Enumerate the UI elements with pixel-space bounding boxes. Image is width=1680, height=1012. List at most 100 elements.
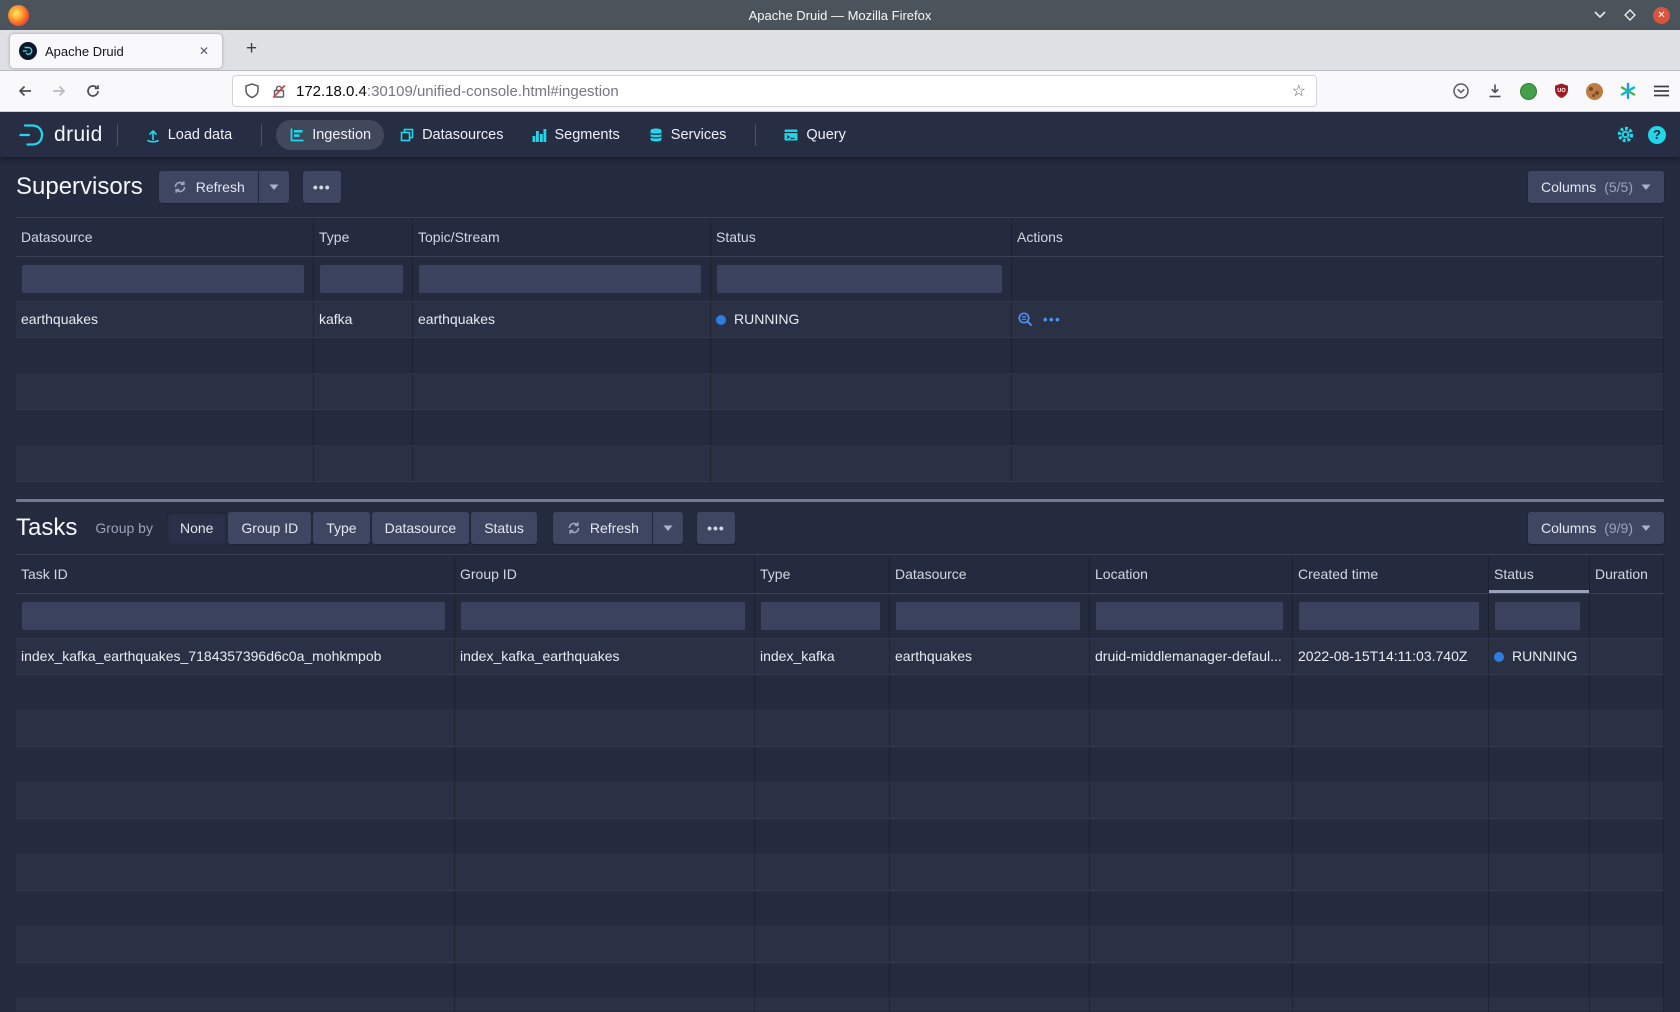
new-tab-button[interactable]: + — [238, 36, 265, 62]
col-header-duration[interactable]: Duration — [1590, 555, 1664, 593]
tasks-filter-created-time[interactable] — [1298, 601, 1480, 631]
task-created-time[interactable]: 2022-08-15T14:11:03.740Z — [1293, 639, 1489, 674]
tab-title: Apache Druid — [45, 44, 195, 59]
supervisors-columns-button[interactable]: Columns (5/5) — [1528, 171, 1664, 203]
tasks-columns-button[interactable]: Columns (9/9) — [1528, 512, 1664, 544]
nav-item-services[interactable]: Services — [635, 120, 740, 150]
col-header-status[interactable]: Status — [711, 218, 1012, 256]
tasks-filter-type[interactable] — [760, 601, 881, 631]
help-icon[interactable]: ? — [1648, 126, 1666, 144]
window-minimize-icon[interactable] — [1593, 10, 1607, 20]
task-group-id[interactable]: index_kafka_earthquakes — [455, 639, 755, 674]
nav-item-segments[interactable]: Segments — [518, 120, 632, 150]
task-id[interactable]: index_kafka_earthquakes_7184357396d6c0a_… — [16, 639, 455, 674]
supervisor-more-actions-icon[interactable]: ••• — [1043, 302, 1061, 337]
reload-icon[interactable] — [76, 82, 110, 100]
window-maximize-icon[interactable] — [1623, 8, 1637, 22]
empty-row — [16, 410, 1664, 446]
segments-icon — [531, 127, 547, 143]
col-header-task-id[interactable]: Task ID — [16, 555, 455, 593]
cookie-extension-icon[interactable] — [1586, 83, 1603, 100]
group-by-status-button[interactable]: Status — [471, 512, 537, 544]
col-header-group-id[interactable]: Group ID — [455, 555, 755, 593]
url-path: :30109/unified-console.html#ingestion — [367, 83, 619, 100]
group-by-none-button[interactable]: None — [167, 512, 226, 544]
asterisk-extension-icon[interactable] — [1619, 82, 1637, 100]
supervisors-refresh-caret-button[interactable] — [259, 171, 289, 203]
supervisor-datasource[interactable]: earthquakes — [16, 302, 314, 337]
columns-label: Columns — [1541, 179, 1596, 195]
druid-logo[interactable]: druid — [16, 121, 103, 149]
insecure-lock-icon[interactable] — [270, 83, 288, 100]
empty-row — [16, 446, 1664, 482]
pocket-icon[interactable] — [1452, 82, 1470, 100]
supervisors-refresh-label: Refresh — [196, 179, 245, 195]
task-status[interactable]: RUNNING — [1489, 639, 1590, 674]
col-header-type[interactable]: Type — [755, 555, 890, 593]
col-header-location[interactable]: Location — [1090, 555, 1293, 593]
caret-down-icon — [663, 524, 673, 532]
task-datasource[interactable]: earthquakes — [890, 639, 1090, 674]
empty-row — [16, 855, 1664, 891]
col-header-created-time[interactable]: Created time — [1293, 555, 1489, 593]
nav-label-services: Services — [671, 127, 727, 143]
col-header-status-sorted[interactable]: Status — [1489, 555, 1590, 593]
task-type[interactable]: index_kafka — [755, 639, 890, 674]
nav-label-datasources: Datasources — [422, 127, 503, 143]
nav-item-load-data[interactable]: Load data — [132, 120, 246, 150]
bookmark-star-icon[interactable]: ☆ — [1292, 81, 1306, 101]
tasks-more-button[interactable]: ••• — [697, 512, 735, 544]
col-header-datasource[interactable]: Datasource — [16, 218, 314, 256]
tab-apache-druid[interactable]: Apache Druid ✕ — [10, 34, 222, 68]
tracking-shield-icon[interactable] — [243, 82, 261, 100]
supervisors-table-header: Datasource Type Topic/Stream Status Acti… — [16, 217, 1664, 257]
supervisors-filter-status[interactable] — [716, 264, 1003, 294]
col-header-topic-stream[interactable]: Topic/Stream — [413, 218, 711, 256]
supervisor-topic[interactable]: earthquakes — [413, 302, 711, 337]
col-header-actions[interactable]: Actions — [1012, 218, 1664, 256]
tasks-refresh-caret-button[interactable] — [653, 512, 683, 544]
supervisor-type[interactable]: kafka — [314, 302, 413, 337]
empty-row — [16, 675, 1664, 711]
window-close-icon[interactable]: ✕ — [1653, 7, 1670, 24]
supervisors-refresh-button[interactable]: Refresh — [159, 171, 258, 203]
forward-icon[interactable] — [42, 82, 76, 100]
nav-item-ingestion[interactable]: Ingestion — [276, 120, 384, 150]
group-by-datasource-button[interactable]: Datasource — [372, 512, 470, 544]
supervisors-filter-datasource[interactable] — [21, 264, 305, 294]
task-row[interactable]: index_kafka_earthquakes_7184357396d6c0a_… — [16, 639, 1664, 675]
tab-close-icon[interactable]: ✕ — [195, 42, 213, 60]
settings-gear-icon[interactable] — [1616, 125, 1635, 144]
query-icon — [783, 127, 799, 143]
supervisor-status[interactable]: RUNNING — [711, 302, 1012, 337]
tasks-refresh-button[interactable]: Refresh — [553, 512, 652, 544]
supervisors-filter-type[interactable] — [319, 264, 404, 294]
tasks-filter-datasource[interactable] — [895, 601, 1081, 631]
menu-hamburger-icon[interactable] — [1653, 84, 1670, 98]
url-bar[interactable]: 172.18.0.4:30109/unified-console.html#in… — [232, 75, 1317, 107]
downloads-icon[interactable] — [1486, 82, 1504, 100]
supervisor-detail-magnifier-icon[interactable] — [1017, 311, 1034, 328]
url-text: 172.18.0.4:30109/unified-console.html#in… — [296, 83, 619, 100]
task-duration[interactable] — [1590, 639, 1664, 674]
nav-item-datasources[interactable]: Datasources — [386, 120, 516, 150]
empty-row — [16, 338, 1664, 374]
nav-item-query[interactable]: Query — [770, 120, 859, 150]
supervisors-more-button[interactable]: ••• — [303, 171, 341, 203]
supervisor-row[interactable]: earthquakes kafka earthquakes RUNNING ••… — [16, 302, 1664, 338]
tasks-filter-location[interactable] — [1095, 601, 1284, 631]
group-by-button-group: None Group ID Type Datasource Status — [167, 512, 537, 544]
col-header-type[interactable]: Type — [314, 218, 413, 256]
group-by-group-id-button[interactable]: Group ID — [228, 512, 311, 544]
group-by-type-button[interactable]: Type — [313, 512, 369, 544]
tasks-filter-status[interactable] — [1494, 601, 1581, 631]
privacy-badger-icon[interactable] — [1520, 83, 1537, 100]
col-header-datasource[interactable]: Datasource — [890, 555, 1090, 593]
ublock-icon[interactable]: UO — [1553, 82, 1570, 100]
tasks-filter-group-id[interactable] — [460, 601, 746, 631]
back-icon[interactable] — [8, 82, 42, 100]
tasks-filter-task-id[interactable] — [21, 601, 446, 631]
task-location[interactable]: druid-middlemanager-defaul... — [1090, 639, 1293, 674]
empty-row — [16, 999, 1664, 1011]
supervisors-filter-topic[interactable] — [418, 264, 702, 294]
